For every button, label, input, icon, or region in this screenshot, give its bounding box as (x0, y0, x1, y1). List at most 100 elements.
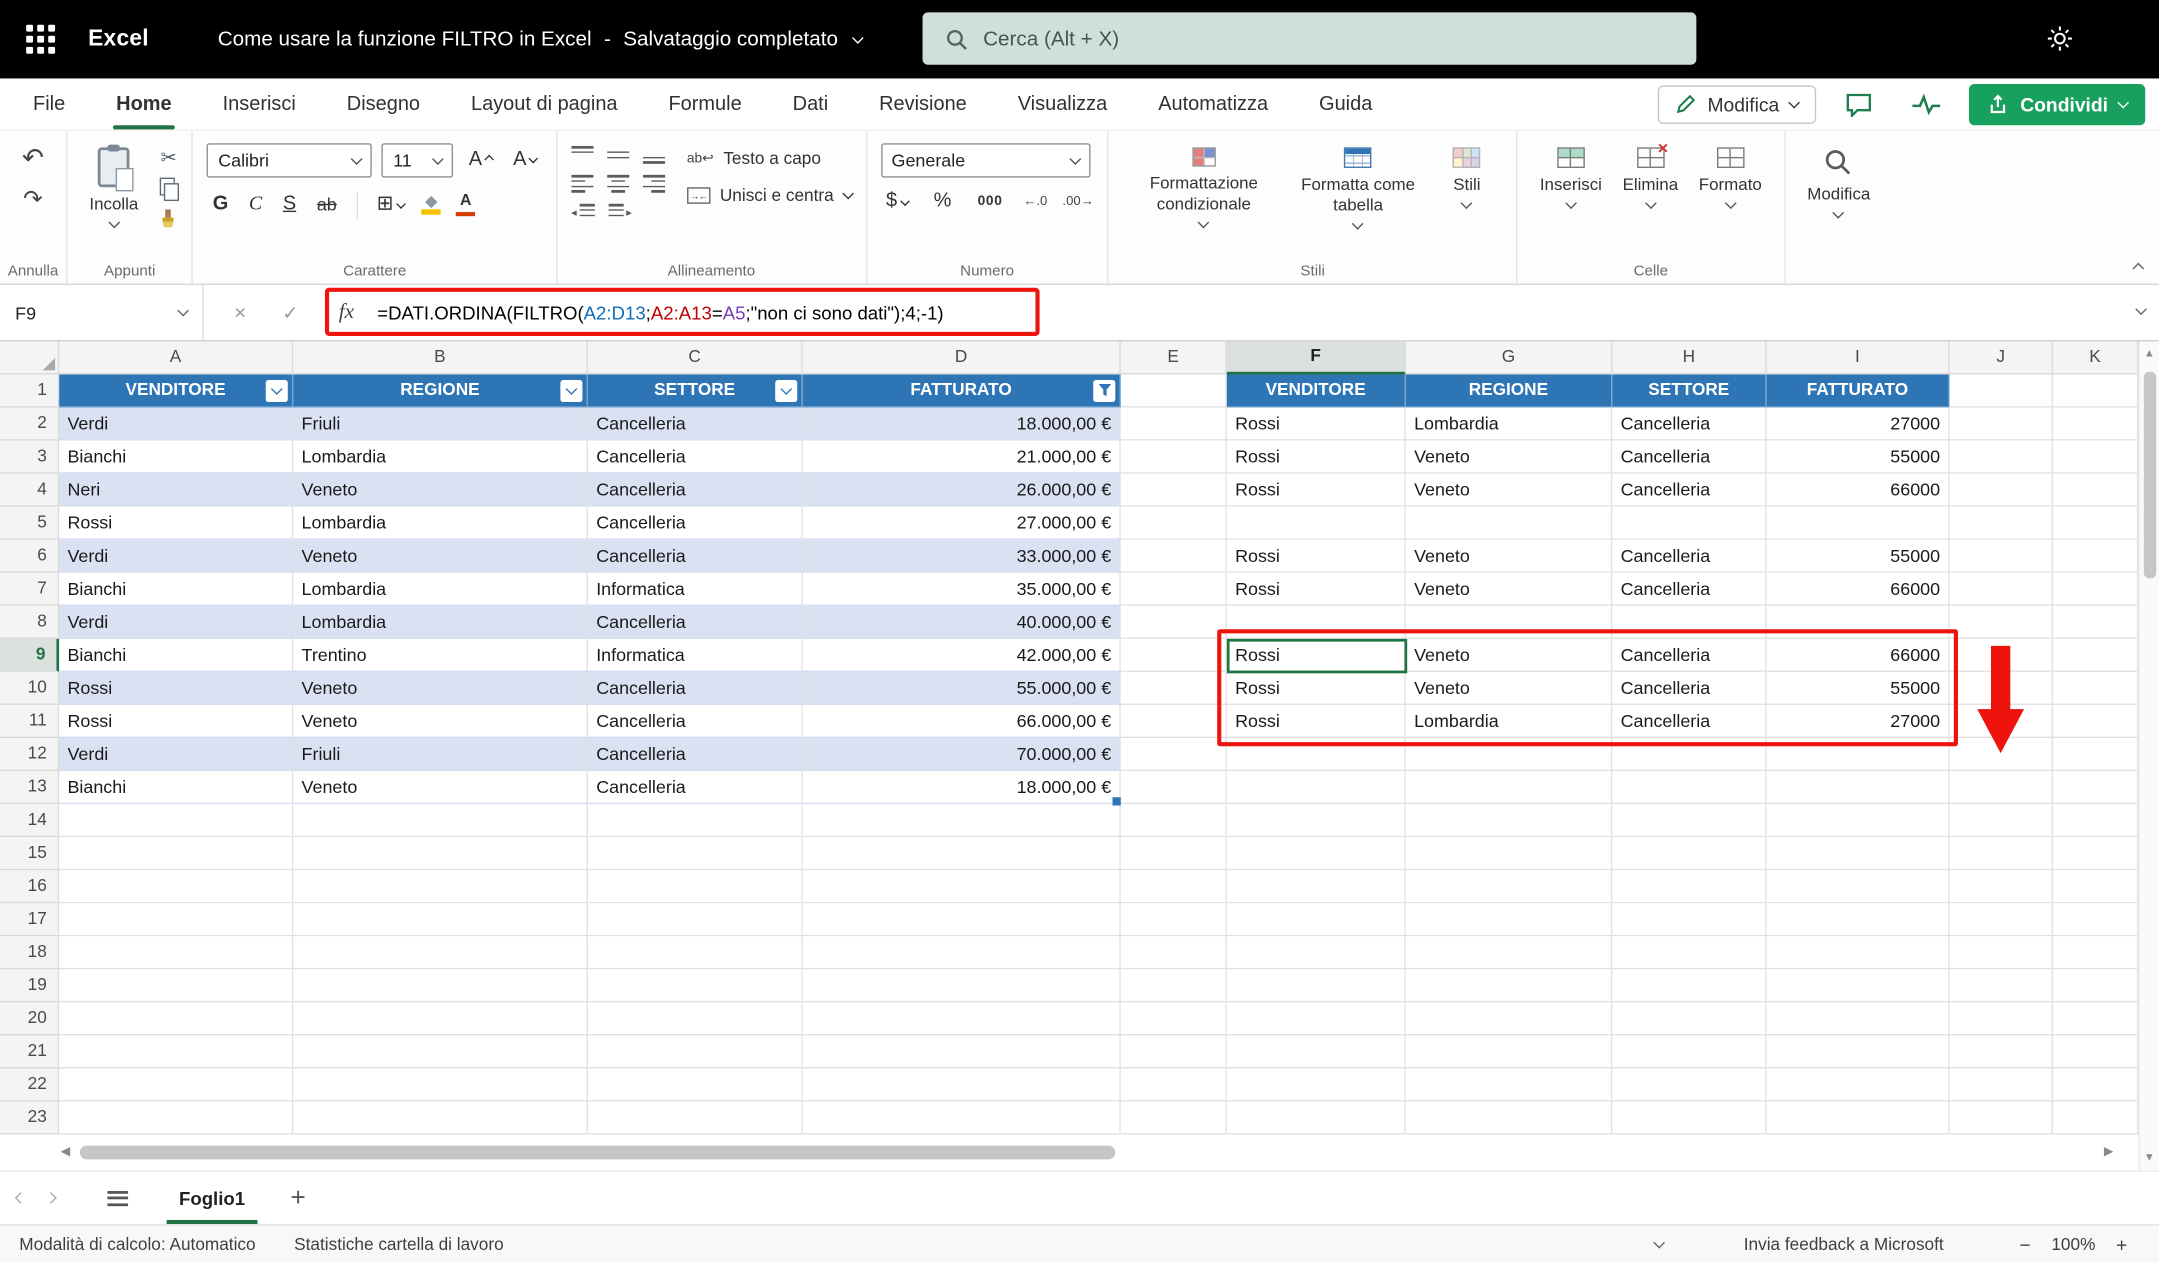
app-name[interactable]: Excel (88, 26, 149, 52)
cell-H2[interactable]: Cancelleria (1612, 408, 1766, 441)
cell-I15[interactable] (1767, 837, 1950, 870)
cell-B23[interactable] (293, 1102, 588, 1135)
cell-E3[interactable] (1121, 441, 1227, 474)
table-header-settore[interactable]: SETTORE (588, 375, 803, 408)
ribbon-tab-dati[interactable]: Dati (790, 78, 831, 129)
sort-filter-button[interactable] (1093, 379, 1115, 401)
cell-C14[interactable] (588, 804, 803, 837)
cell-K16[interactable] (2053, 870, 2138, 903)
cell-G6[interactable]: Veneto (1406, 540, 1613, 573)
horizontal-scrollbar[interactable]: ◀ ▶ (0, 1135, 2138, 1171)
column-header-G[interactable]: G (1406, 341, 1613, 374)
select-all-button[interactable] (0, 341, 59, 374)
cell-F19[interactable] (1227, 969, 1406, 1002)
cell-A15[interactable] (59, 837, 293, 870)
format-painter-button[interactable] (159, 209, 178, 228)
cell-G5[interactable] (1406, 507, 1613, 540)
column-header-J[interactable]: J (1950, 341, 2053, 374)
column-header-E[interactable]: E (1121, 341, 1227, 374)
cell-C10[interactable]: Cancelleria (588, 672, 803, 705)
expand-formula-bar-icon[interactable] (2135, 303, 2147, 315)
cell-J9[interactable] (1950, 639, 2053, 672)
cell-J7[interactable] (1950, 573, 2053, 606)
next-sheet-button[interactable] (47, 1194, 55, 1202)
cell-B2[interactable]: Friuli (293, 408, 588, 441)
cell-C5[interactable]: Cancelleria (588, 507, 803, 540)
cell-I13[interactable] (1767, 771, 1950, 804)
copy-button[interactable] (160, 178, 178, 199)
cell-J11[interactable] (1950, 705, 2053, 738)
cell-F3[interactable]: Rossi (1227, 441, 1406, 474)
cell-G8[interactable] (1406, 606, 1613, 639)
cell-C16[interactable] (588, 870, 803, 903)
cell-F16[interactable] (1227, 870, 1406, 903)
ribbon-tab-visualizza[interactable]: Visualizza (1015, 78, 1110, 129)
column-header-D[interactable]: D (803, 341, 1121, 374)
cell-C2[interactable]: Cancelleria (588, 408, 803, 441)
cell-E19[interactable] (1121, 969, 1227, 1002)
cell-I20[interactable] (1767, 1002, 1950, 1035)
cell-G18[interactable] (1406, 936, 1613, 969)
redo-button[interactable]: ↷ (23, 187, 43, 210)
add-sheet-button[interactable]: + (291, 1185, 306, 1211)
share-button[interactable]: Condividi (1969, 83, 2145, 124)
decrease-decimal-button[interactable]: .00→ (1062, 195, 1093, 210)
cell-E9[interactable] (1121, 639, 1227, 672)
row-header-6[interactable]: 6 (0, 540, 59, 573)
row-header-12[interactable]: 12 (0, 738, 59, 771)
cell-E2[interactable] (1121, 408, 1227, 441)
cell-J5[interactable] (1950, 507, 2053, 540)
strikethrough-button[interactable]: ab (311, 194, 342, 216)
spill-header-venditore[interactable]: VENDITORE (1227, 375, 1406, 408)
horizontal-scroll-thumb[interactable] (80, 1146, 1115, 1160)
cell-A19[interactable] (59, 969, 293, 1002)
cell-H8[interactable] (1612, 606, 1766, 639)
column-header-I[interactable]: I (1767, 341, 1950, 374)
underline-button[interactable]: S (277, 193, 301, 218)
workbook-stats-button[interactable]: Statistiche cartella di lavoro (294, 1234, 504, 1253)
cell-K11[interactable] (2053, 705, 2138, 738)
cell-G11[interactable]: Lombardia (1406, 705, 1613, 738)
confirm-entry-button[interactable]: ✓ (282, 285, 298, 340)
cell-J19[interactable] (1950, 969, 2053, 1002)
ribbon-tab-formule[interactable]: Formule (666, 78, 745, 129)
cell-G15[interactable] (1406, 837, 1613, 870)
cell-D5[interactable]: 27.000,00 € (803, 507, 1121, 540)
cell-A8[interactable]: Verdi (59, 606, 293, 639)
cell-H23[interactable] (1612, 1102, 1766, 1135)
cell-I10[interactable]: 55000 (1767, 672, 1950, 705)
cell-H18[interactable] (1612, 936, 1766, 969)
cell-D3[interactable]: 21.000,00 € (803, 441, 1121, 474)
format-cells-button[interactable]: Formato (1691, 143, 1771, 213)
cell-B3[interactable]: Lombardia (293, 441, 588, 474)
cell-B4[interactable]: Veneto (293, 474, 588, 507)
cell-H13[interactable] (1612, 771, 1766, 804)
spill-header-regione[interactable]: REGIONE (1406, 375, 1613, 408)
zoom-in-button[interactable]: + (2104, 1233, 2140, 1255)
cell-H17[interactable] (1612, 903, 1766, 936)
cell-H22[interactable] (1612, 1068, 1766, 1101)
cell-G2[interactable]: Lombardia (1406, 408, 1613, 441)
row-header-1[interactable]: 1 (0, 375, 59, 408)
cell-D22[interactable] (803, 1068, 1121, 1101)
cell-F7[interactable]: Rossi (1227, 573, 1406, 606)
cell-I18[interactable] (1767, 936, 1950, 969)
cell-D14[interactable] (803, 804, 1121, 837)
cell-H9[interactable]: Cancelleria (1612, 639, 1766, 672)
cell-K17[interactable] (2053, 903, 2138, 936)
italic-button[interactable]: C (243, 193, 267, 218)
cell-K12[interactable] (2053, 738, 2138, 771)
row-header-4[interactable]: 4 (0, 474, 59, 507)
cell-E13[interactable] (1121, 771, 1227, 804)
currency-format-button[interactable]: $ (881, 190, 913, 215)
cell-F4[interactable]: Rossi (1227, 474, 1406, 507)
table-header-fatturato[interactable]: FATTURATO (803, 375, 1121, 408)
cell-I9[interactable]: 66000 (1767, 639, 1950, 672)
cell-F22[interactable] (1227, 1068, 1406, 1101)
cell-B16[interactable] (293, 870, 588, 903)
shrink-font-button[interactable]: A (508, 148, 543, 173)
cell-B8[interactable]: Lombardia (293, 606, 588, 639)
cell-F5[interactable] (1227, 507, 1406, 540)
cell-F14[interactable] (1227, 804, 1406, 837)
cell-A4[interactable]: Neri (59, 474, 293, 507)
